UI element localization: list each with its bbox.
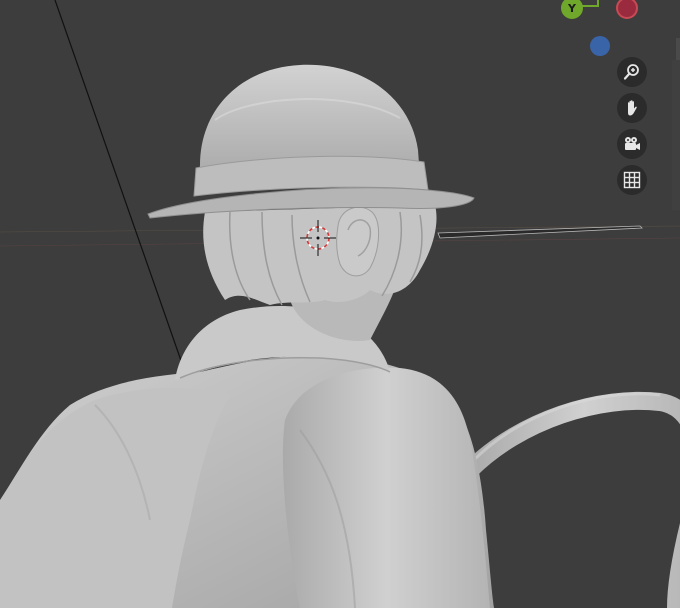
pan-button[interactable]	[617, 93, 647, 123]
tail-loop	[461, 391, 680, 608]
gizmo-y-stem-vertical	[597, 0, 599, 7]
grid-icon	[623, 171, 641, 189]
camera-view-button[interactable]	[617, 129, 647, 159]
gizmo-edge	[676, 38, 680, 62]
ortho-toggle-button[interactable]	[617, 165, 647, 195]
camera-frame-line	[54, 0, 186, 373]
hand-icon	[628, 100, 637, 116]
sidebar-edge[interactable]	[672, 60, 680, 210]
magnifier-plus-icon	[623, 64, 639, 80]
right-arm	[282, 367, 490, 608]
3d-viewport[interactable]: Y	[0, 0, 680, 608]
gizmo-negative-z-axis[interactable]	[590, 36, 610, 56]
zoom-button[interactable]	[617, 57, 647, 87]
viewport-scene	[0, 0, 680, 608]
gizmo-y-label: Y	[568, 1, 576, 15]
camera-icon	[625, 137, 640, 150]
